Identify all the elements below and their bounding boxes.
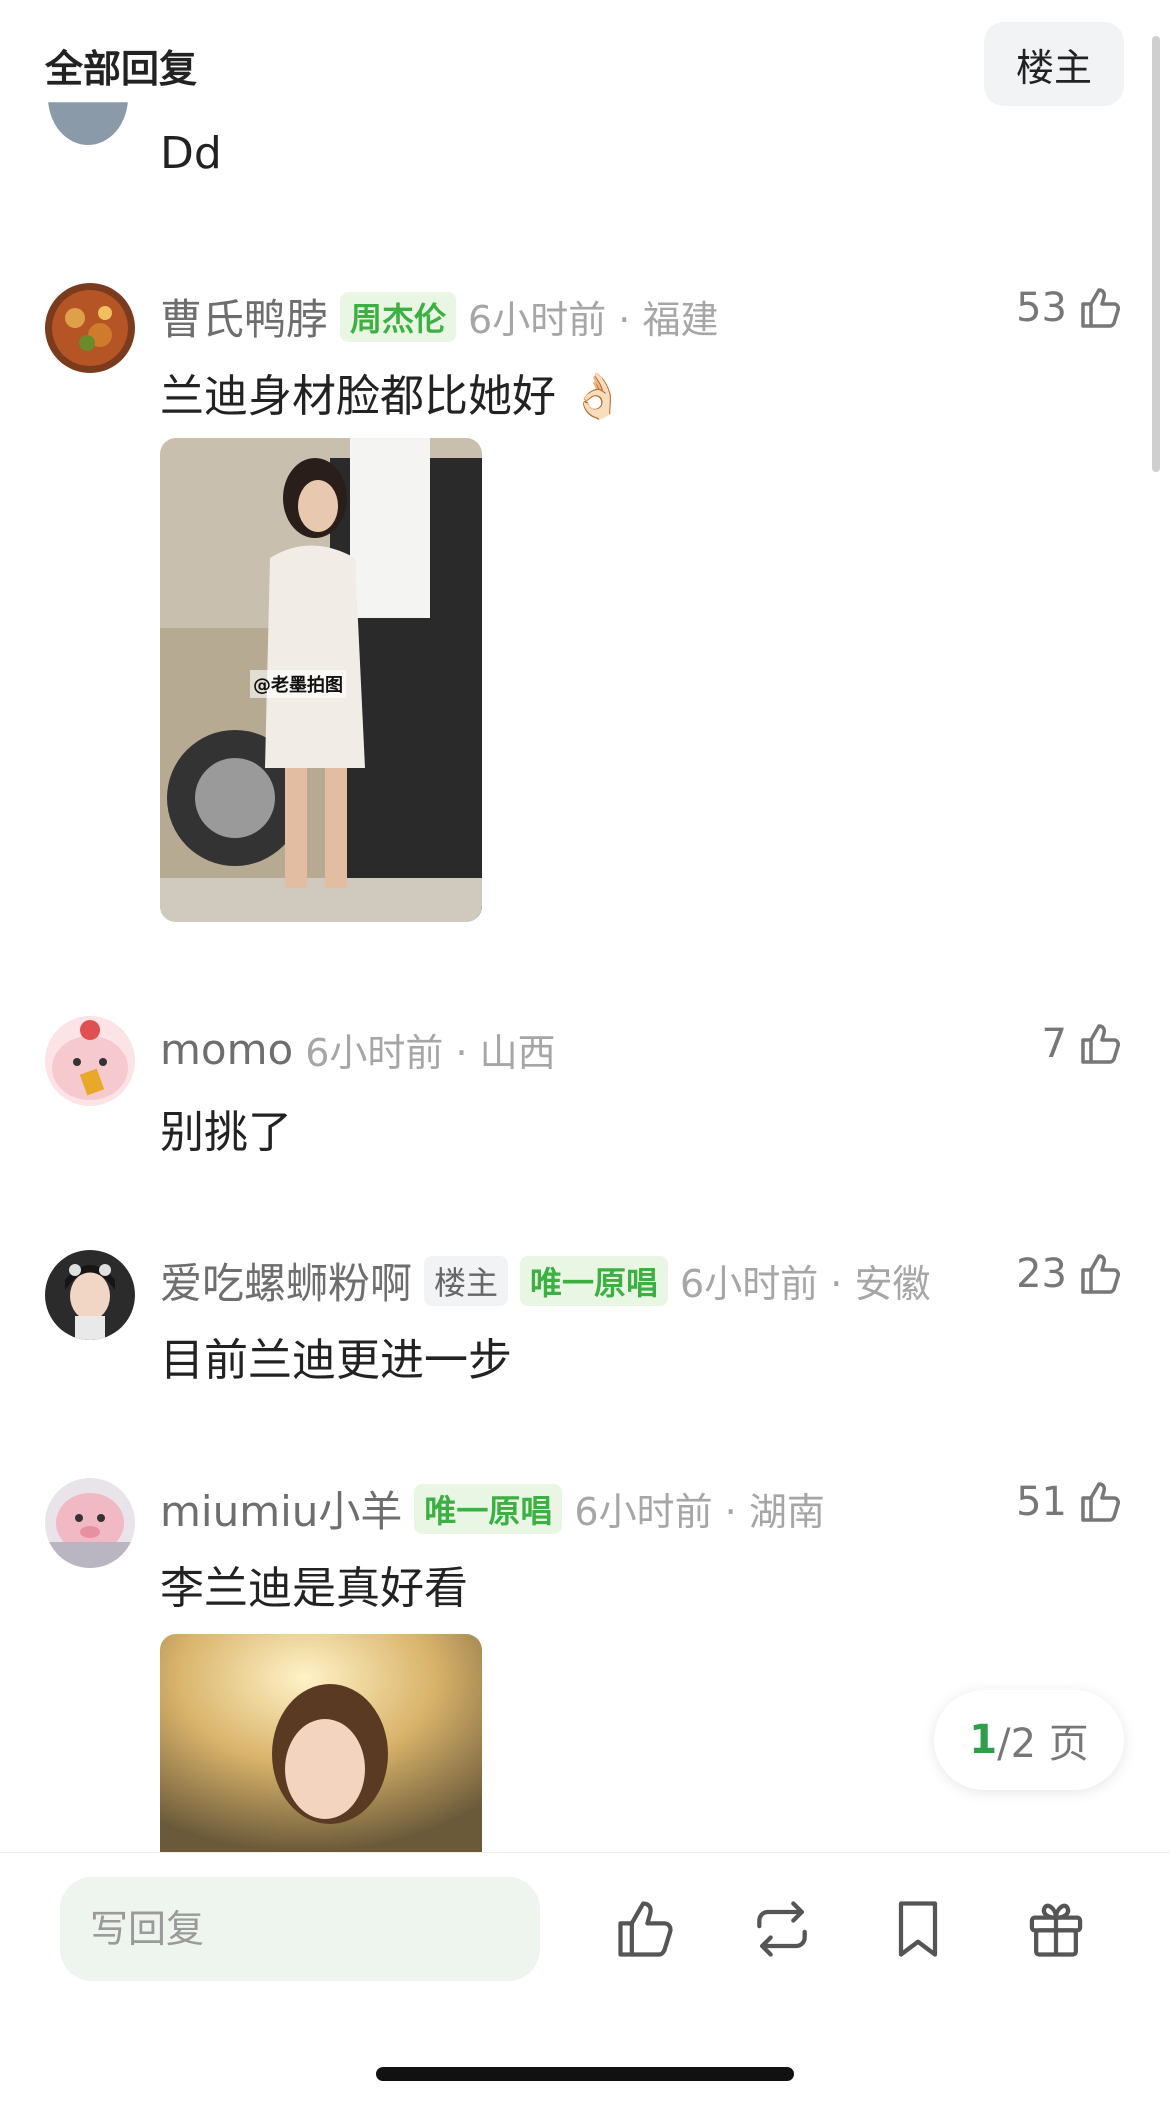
comment-image[interactable] [160,1634,482,1852]
comment-text: 李兰迪是真好看 [160,1563,468,1614]
comment-meta: 6小时前 · 湖南 [574,1490,825,1534]
comment-header: momo 6小时前 · 山西 [160,1022,556,1077]
username[interactable]: 爱吃螺蛳粉啊 [160,1250,412,1311]
like-icon[interactable] [612,1895,680,1963]
avatar[interactable] [45,1478,135,1568]
image-watermark: @老墨拍图 [250,670,346,698]
like-button[interactable]: 53 [1016,284,1125,332]
thumbs-up-icon [1077,1478,1125,1526]
owner-badge: 楼主 [424,1255,509,1306]
comment-header: 曹氏鸭脖 周杰伦 6小时前 · 福建 [160,286,718,347]
comment-header: miumiu小羊 唯一原唱 6小时前 · 湖南 [160,1478,825,1539]
comment-text: Dd [160,128,222,179]
bookmark-icon[interactable] [884,1895,952,1963]
thumbs-up-icon [1077,1020,1125,1068]
username[interactable]: 曹氏鸭脖 [160,286,328,347]
avatar[interactable] [45,283,135,373]
comment-header: 爱吃螺蛳粉啊 楼主 唯一原唱 6小时前 · 安徽 [160,1250,930,1311]
bottom-action-bar [0,1852,1170,2105]
comment-meta: 6小时前 · 安徽 [680,1262,931,1306]
like-count: 51 [1016,1479,1067,1525]
total-pages: /2 页 [997,1721,1089,1767]
username[interactable]: miumiu小羊 [160,1478,402,1539]
like-button[interactable]: 51 [1016,1478,1125,1526]
comment-text: 别挑了 [160,1107,292,1158]
like-button[interactable]: 23 [1016,1250,1125,1298]
gift-icon[interactable] [1022,1895,1090,1963]
like-count: 53 [1016,285,1067,331]
comment-meta: 6小时前 · 福建 [468,298,719,342]
like-count: 23 [1016,1251,1067,1297]
current-page: 1 [969,1717,998,1763]
owner-only-button[interactable]: 楼主 [984,22,1124,106]
header: 全部回复 楼主 [0,0,1170,120]
reply-input[interactable] [60,1877,540,1981]
thumbs-up-icon [1077,1250,1125,1298]
home-indicator[interactable] [376,2067,794,2081]
fan-badge: 周杰伦 [340,291,457,342]
like-count: 7 [1041,1021,1067,1067]
avatar[interactable] [45,1250,135,1340]
thumbs-up-icon [1077,284,1125,332]
comment-text: 兰迪身材脸都比她好 👌🏻 [160,371,625,422]
like-button[interactable]: 7 [1042,1020,1125,1068]
comment-text: 目前兰迪更进一步 [160,1335,512,1386]
comment-image[interactable]: @老墨拍图 [160,438,482,922]
comment-meta: 6小时前 · 山西 [305,1031,556,1075]
scrollbar[interactable] [1152,36,1160,472]
pagination-indicator[interactable]: 1 /2 页 [934,1690,1124,1790]
username[interactable]: momo [160,1025,293,1074]
fan-badge: 唯一原唱 [414,1483,563,1534]
page-title: 全部回复 [45,47,198,91]
fan-badge: 唯一原唱 [520,1255,669,1306]
avatar[interactable] [45,1016,135,1106]
repost-icon[interactable] [748,1895,816,1963]
